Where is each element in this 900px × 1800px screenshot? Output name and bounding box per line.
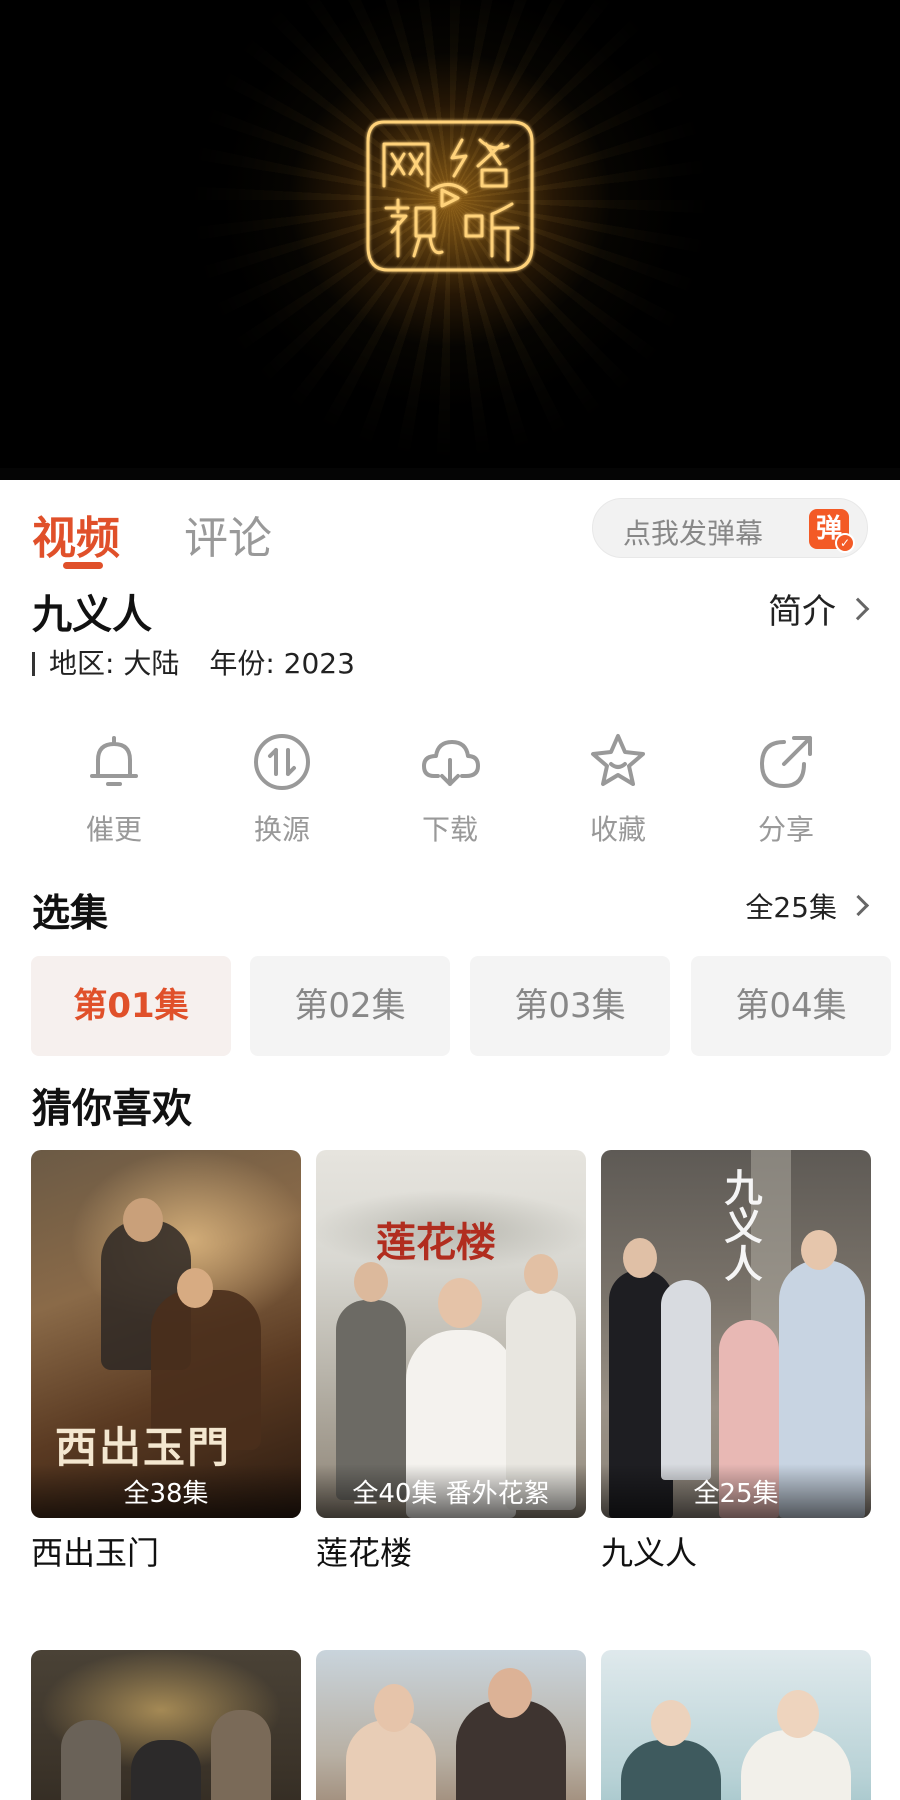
episodes-header: 选集 全25集: [0, 882, 900, 942]
poster-title: 莲花楼: [376, 1219, 496, 1266]
meta-divider: [32, 652, 35, 676]
episode-list: 第01集 第02集 第03集 第04集: [0, 956, 900, 1076]
intro-link[interactable]: 简介: [768, 584, 870, 633]
poster-image: 西出玉門 全38集: [31, 1150, 301, 1518]
poster-image: 莲花楼 全40集 番外花絮: [316, 1150, 586, 1518]
episode-item[interactable]: 第02集: [250, 956, 450, 1056]
recommend-card[interactable]: 莲花楼 全40集 番外花絮 莲花楼: [316, 1150, 586, 1574]
recommend-card[interactable]: 九义人 全25集 九义人: [601, 1150, 871, 1574]
share-label: 分享: [757, 813, 814, 846]
download-button[interactable]: 下载: [390, 730, 510, 848]
episode-item[interactable]: 第04集: [691, 956, 891, 1056]
episodes-title: 选集: [32, 891, 109, 935]
recommend-grid-row2: [0, 1650, 900, 1800]
recommend-title: 猜你喜欢: [32, 1086, 192, 1132]
favorite-button[interactable]: 收藏: [558, 730, 678, 848]
cloud-download-icon: [422, 740, 480, 786]
show-year: 年份: 2023: [209, 647, 355, 680]
recommend-card[interactable]: [316, 1650, 586, 1800]
switch-source-icon: [254, 734, 310, 790]
video-player[interactable]: [0, 0, 900, 480]
recommend-header: 猜你喜欢: [0, 1076, 900, 1150]
card-title: 莲花楼: [316, 1534, 413, 1572]
remind-label: 催更: [85, 813, 142, 846]
show-title: 九义人: [32, 592, 152, 638]
card-title: 九义人: [601, 1534, 698, 1572]
show-region: 地区: 大陆: [49, 647, 180, 680]
remind-button[interactable]: 催更: [54, 730, 174, 848]
danmu-input-button[interactable]: 点我发弹幕 弹 ✓: [592, 498, 868, 558]
card-title: 西出玉门: [31, 1534, 160, 1572]
chevron-right-icon: [846, 597, 870, 621]
episode-count-badge: 全25集: [601, 1464, 871, 1518]
favorite-label: 收藏: [589, 813, 646, 846]
action-row: 催更 换源 下载 收藏 分享: [0, 710, 900, 882]
wangluo-shiting-logo-icon: [366, 120, 534, 272]
episode-count-badge: 全38集: [31, 1464, 301, 1518]
episode-count-badge: 全40集 番外花絮: [316, 1464, 586, 1518]
recommend-card[interactable]: [601, 1650, 871, 1800]
tab-bar: 视频 评论 点我发弹幕 弹 ✓: [0, 480, 900, 580]
tab-active-indicator: [63, 562, 103, 569]
switch-source-label: 换源: [253, 813, 310, 846]
download-label: 下载: [421, 813, 478, 846]
episode-item[interactable]: 第03集: [470, 956, 670, 1056]
show-header: 九义人 简介 地区: 大陆 年份: 2023: [0, 580, 900, 700]
danmu-placeholder: 点我发弹幕: [623, 517, 764, 550]
poster-image: 九义人 全25集: [601, 1150, 871, 1518]
poster-title: 九义人: [718, 1168, 763, 1282]
share-button[interactable]: 分享: [726, 730, 846, 848]
share-icon: [760, 736, 812, 788]
poster-image: [316, 1650, 586, 1800]
recommend-card[interactable]: [31, 1650, 301, 1800]
danmu-check-icon: ✓: [835, 533, 855, 553]
all-episodes-link[interactable]: 全25集: [745, 886, 870, 926]
show-meta: 地区: 大陆 年份: 2023: [32, 642, 355, 682]
poster-image: [31, 1650, 301, 1800]
chevron-right-icon: [847, 894, 870, 917]
recommend-grid: 西出玉門 全38集 西出玉门 莲花楼 全40集 番外花絮 莲花楼 九义人 全25…: [0, 1150, 900, 1650]
intro-label: 简介: [768, 592, 836, 632]
all-episodes-label: 全25集: [745, 891, 837, 924]
star-icon: [591, 734, 645, 786]
bell-icon: [90, 736, 138, 786]
switch-source-button[interactable]: 换源: [222, 730, 342, 848]
player-bottom-strip: [0, 468, 900, 480]
tab-video[interactable]: 视频: [32, 502, 120, 566]
episode-item[interactable]: 第01集: [31, 956, 231, 1056]
recommend-card[interactable]: 西出玉門 全38集 西出玉门: [31, 1150, 301, 1574]
tab-comment[interactable]: 评论: [184, 502, 272, 566]
poster-image: [601, 1650, 871, 1800]
